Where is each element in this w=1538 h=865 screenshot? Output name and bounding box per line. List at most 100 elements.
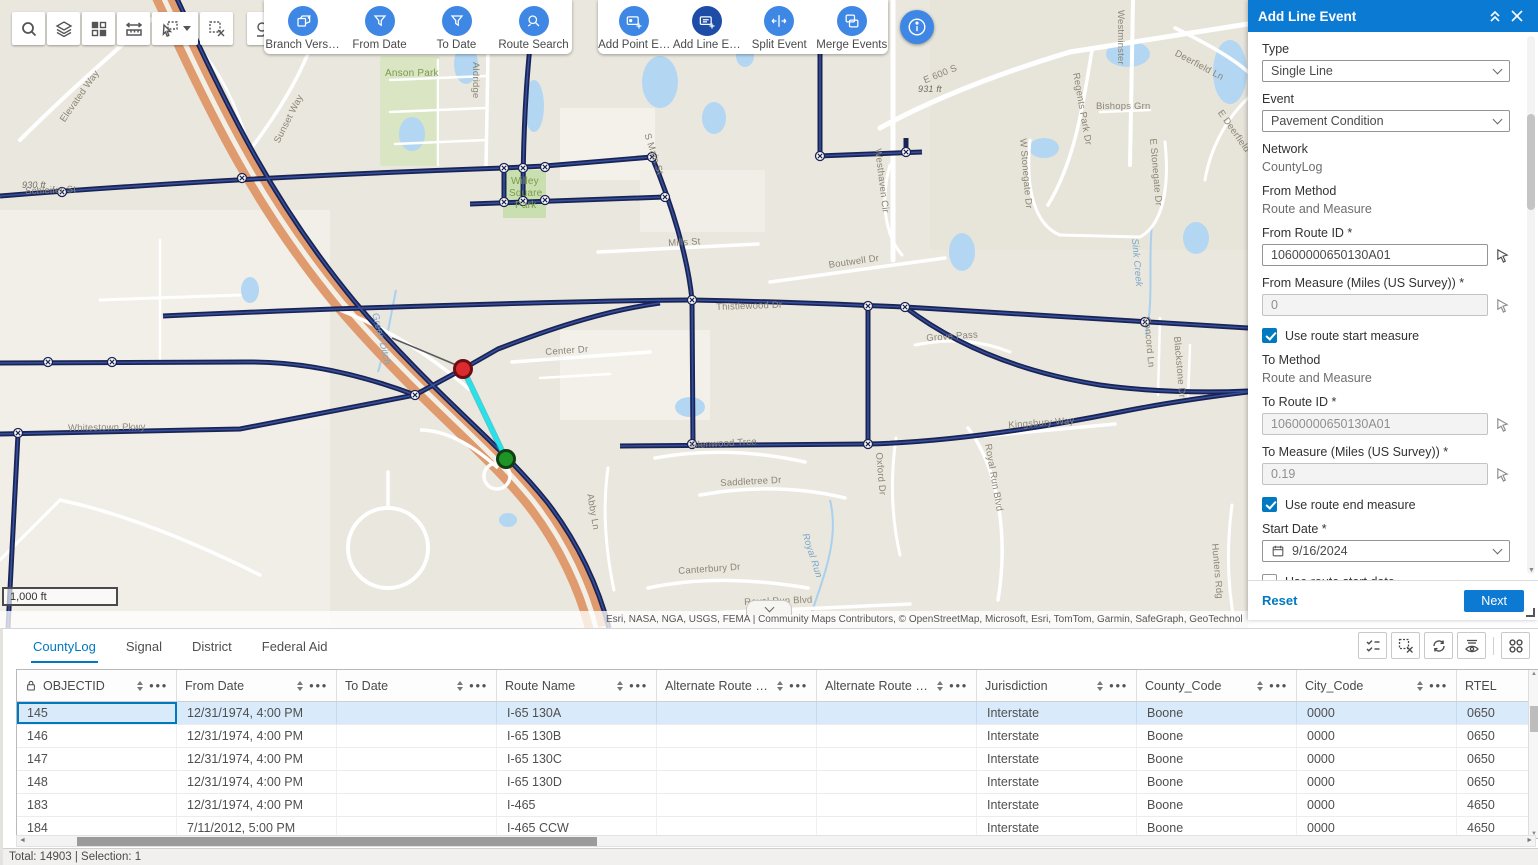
table-row[interactable]: 14812/31/1974, 4:00 PMI-65 130DInterstat… — [17, 771, 1538, 794]
table-cell[interactable]: 146 — [17, 725, 177, 747]
table-cell[interactable]: 0000 — [1297, 794, 1457, 816]
toggle-columns-button[interactable] — [1457, 632, 1486, 659]
table-cell[interactable]: 147 — [17, 748, 177, 770]
pick-to-measure-on-map-button[interactable] — [1494, 466, 1510, 482]
table-row[interactable]: 14712/31/1974, 4:00 PMI-65 130CInterstat… — [17, 748, 1538, 771]
table-cell[interactable]: Boone — [1137, 794, 1297, 816]
pick-to-route-on-map-button[interactable] — [1494, 416, 1510, 432]
table-cell[interactable]: 145 — [17, 702, 177, 724]
sort-icon[interactable] — [937, 681, 943, 691]
table-cell[interactable] — [817, 771, 977, 793]
merge-events-button[interactable]: Merge Events — [816, 0, 889, 51]
table-horizontal-scrollbar[interactable]: ◄ ► — [16, 835, 1536, 847]
scroll-up-arrow-icon[interactable]: ▲ — [1531, 671, 1537, 677]
table-cell[interactable]: 12/31/1974, 4:00 PM — [177, 794, 337, 816]
table-cell[interactable]: Interstate — [977, 725, 1137, 747]
column-menu-icon[interactable]: ●●● — [1109, 681, 1128, 690]
table-cell[interactable] — [337, 702, 497, 724]
sort-icon[interactable] — [297, 681, 303, 691]
column-header[interactable]: Jurisdiction●●● — [977, 670, 1137, 701]
table-row[interactable]: 14512/31/1974, 4:00 PMI-65 130AInterstat… — [17, 702, 1538, 725]
branch-version-button[interactable]: Branch Vers… — [264, 0, 341, 51]
search-button[interactable] — [12, 12, 45, 45]
to-measure-input[interactable]: 0.19 — [1262, 463, 1488, 485]
tab-federal-aid[interactable]: Federal Aid — [260, 631, 330, 663]
table-cell[interactable] — [657, 725, 817, 747]
table-cell[interactable]: Interstate — [977, 702, 1137, 724]
select-tool-button[interactable] — [152, 12, 198, 45]
table-cell[interactable]: 0650 — [1457, 771, 1538, 793]
from-route-id-input[interactable]: 10600000650130A01 — [1262, 244, 1488, 266]
to-date-filter-button[interactable]: To Date — [418, 0, 495, 51]
sort-icon[interactable] — [1417, 681, 1423, 691]
sort-icon[interactable] — [1257, 681, 1263, 691]
sort-icon[interactable] — [457, 681, 463, 691]
table-cell[interactable] — [657, 702, 817, 724]
from-measure-input[interactable]: 0 — [1262, 294, 1488, 316]
use-route-start-measure-checkbox[interactable]: Use route start measure — [1262, 328, 1510, 343]
table-cell[interactable]: Boone — [1137, 748, 1297, 770]
column-header[interactable]: From Date●●● — [177, 670, 337, 701]
scrollbar-thumb[interactable] — [1527, 114, 1535, 210]
table-cell[interactable] — [657, 771, 817, 793]
table-cell[interactable] — [657, 794, 817, 816]
refresh-button[interactable] — [1424, 632, 1453, 659]
clear-table-selection-button[interactable] — [1391, 632, 1420, 659]
measure-button[interactable] — [117, 12, 150, 45]
use-route-end-measure-checkbox[interactable]: Use route end measure — [1262, 497, 1510, 512]
sort-icon[interactable] — [777, 681, 783, 691]
table-row[interactable]: 18312/31/1974, 4:00 PMI-465InterstateBoo… — [17, 794, 1538, 817]
table-cell[interactable] — [817, 794, 977, 816]
table-cell[interactable]: 12/31/1974, 4:00 PM — [177, 771, 337, 793]
type-select[interactable]: Single Line — [1262, 60, 1510, 82]
collapse-panel-button[interactable] — [1484, 5, 1506, 27]
table-cell[interactable]: 0000 — [1297, 725, 1457, 747]
table-cell[interactable]: 12/31/1974, 4:00 PM — [177, 725, 337, 747]
show-selected-button[interactable] — [1358, 632, 1387, 659]
tab-signal[interactable]: Signal — [124, 631, 164, 663]
add-point-event-button[interactable]: Add Point E… — [598, 0, 671, 51]
table-cell[interactable] — [657, 748, 817, 770]
next-button[interactable]: Next — [1464, 590, 1524, 612]
table-cell[interactable]: 148 — [17, 771, 177, 793]
scroll-left-arrow-icon[interactable]: ◄ — [19, 837, 26, 844]
scroll-right-arrow-icon[interactable]: ► — [1526, 837, 1533, 844]
column-menu-icon[interactable]: ●●● — [469, 681, 488, 690]
scroll-down-arrow-icon[interactable]: ▼ — [1528, 567, 1535, 574]
column-menu-icon[interactable]: ●●● — [1269, 681, 1288, 690]
column-menu-icon[interactable]: ●●● — [149, 681, 168, 690]
table-cell[interactable] — [817, 725, 977, 747]
chevron-down-icon[interactable] — [183, 26, 191, 31]
sort-icon[interactable] — [137, 681, 143, 691]
table-cell[interactable]: Interstate — [977, 771, 1137, 793]
column-menu-icon[interactable]: ●●● — [789, 681, 808, 690]
clear-selection-button[interactable] — [200, 12, 233, 45]
table-cell[interactable]: 0650 — [1457, 748, 1538, 770]
table-cell[interactable]: 12/31/1974, 4:00 PM — [177, 702, 337, 724]
to-route-id-input[interactable]: 10600000650130A01 — [1262, 413, 1488, 435]
table-cell[interactable] — [337, 725, 497, 747]
layers-button[interactable] — [47, 12, 80, 45]
add-line-event-button[interactable]: Add Line E… — [671, 0, 744, 51]
table-cell[interactable]: Interstate — [977, 748, 1137, 770]
table-cell[interactable] — [817, 748, 977, 770]
scrollbar-thumb[interactable] — [77, 837, 597, 846]
column-menu-icon[interactable]: ●●● — [1429, 681, 1448, 690]
table-cell[interactable]: 0650 — [1457, 702, 1538, 724]
basemap-button[interactable] — [82, 12, 115, 45]
tab-countylog[interactable]: CountyLog — [31, 631, 98, 663]
table-cell[interactable] — [337, 748, 497, 770]
pick-from-measure-on-map-button[interactable] — [1494, 297, 1510, 313]
column-header[interactable]: RTEL●●● — [1457, 670, 1538, 701]
info-button[interactable] — [900, 10, 934, 44]
panel-scrollbar[interactable]: ▼ — [1527, 36, 1535, 574]
grid-view-button[interactable] — [1501, 632, 1530, 659]
route-search-button[interactable]: Route Search — [495, 0, 572, 51]
tab-district[interactable]: District — [190, 631, 234, 663]
table-cell[interactable]: I-65 130C — [497, 748, 657, 770]
scrollbar-thumb[interactable] — [1530, 706, 1538, 732]
panel-resize-grip[interactable] — [1526, 608, 1535, 617]
pick-from-route-on-map-button[interactable] — [1494, 247, 1510, 263]
table-cell[interactable]: Boone — [1137, 725, 1297, 747]
table-cell[interactable]: 0000 — [1297, 702, 1457, 724]
